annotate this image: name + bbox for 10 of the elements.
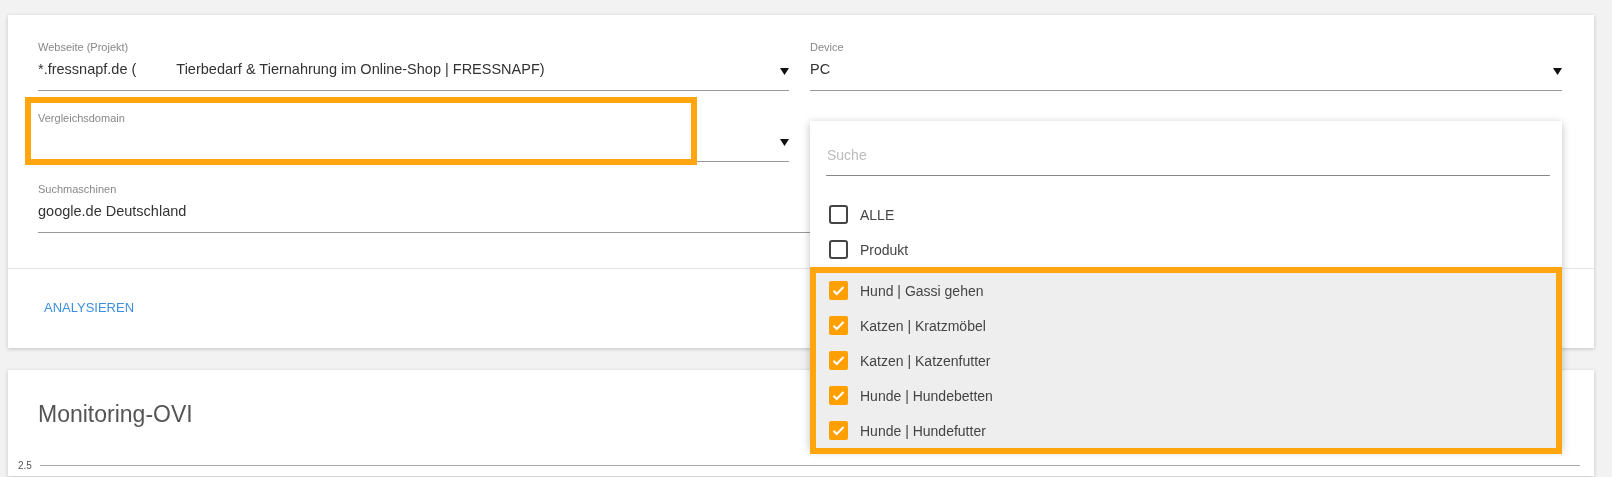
axis-tick-label: 2.5 [18,460,32,471]
field-value: google.de Deutschland [38,203,187,219]
field-value: Tierbedarf & Tiernahrung im Online-Shop | FRESSNAPF) [176,61,545,77]
field-value: *.fressnapf.de ( [38,61,137,77]
field-label: Device [810,40,844,54]
field-label: Vergleichsdomain [38,111,125,125]
field-value: PC [810,61,831,77]
field-label: Suchmaschinen [38,182,117,196]
section-title: Monitoring-OVI [37,400,193,428]
field-label: Webseite (Projekt) [38,40,129,54]
